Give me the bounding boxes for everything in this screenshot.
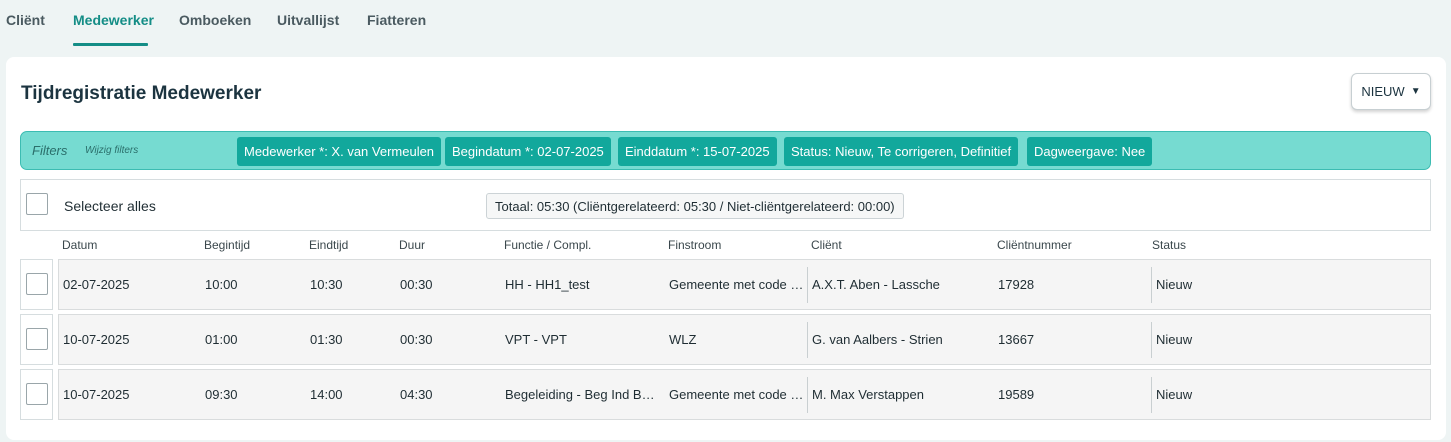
table-row[interactable]: 10-07-2025 09:30 14:00 04:30 Begeleiding… — [58, 369, 1431, 420]
cell-eindtijd: 10:30 — [310, 277, 343, 292]
cell-begintijd: 01:00 — [205, 332, 238, 347]
page-title: Tijdregistratie Medewerker — [21, 83, 262, 104]
column-divider — [1151, 322, 1152, 358]
tab-uitvallijst[interactable]: Uitvallijst — [277, 12, 339, 46]
column-header-status: Status — [1152, 238, 1187, 252]
column-header-datum: Datum — [62, 238, 98, 252]
cell-begintijd: 10:00 — [205, 277, 238, 292]
tab-medewerker[interactable]: Medewerker — [73, 12, 154, 46]
column-divider — [807, 322, 808, 358]
row-checkbox[interactable] — [26, 273, 48, 295]
column-header-clientnummer: Cliëntnummer — [997, 238, 1072, 252]
column-header-finstroom: Finstroom — [668, 238, 722, 252]
column-header-duur: Duur — [399, 238, 426, 252]
column-header-client: Cliënt — [811, 238, 842, 252]
cell-duur: 04:30 — [400, 387, 433, 402]
cell-client: A.X.T. Aben - Lassche — [812, 277, 940, 292]
cell-client: G. van Aalbers - Strien — [812, 332, 943, 347]
filter-chip-begindatum[interactable]: Begindatum *: 02-07-2025 — [445, 137, 611, 166]
cell-begintijd: 09:30 — [205, 387, 238, 402]
column-divider — [807, 377, 808, 413]
cell-eindtijd: 01:30 — [310, 332, 343, 347]
cell-duur: 00:30 — [400, 332, 433, 347]
column-divider — [1151, 267, 1152, 303]
cell-eindtijd: 14:00 — [310, 387, 343, 402]
main-card: Tijdregistratie Medewerker NIEUW ▼ Filte… — [6, 57, 1446, 440]
filter-chip-medewerker[interactable]: Medewerker *: X. van Vermeulen — [237, 137, 442, 166]
new-button[interactable]: NIEUW ▼ — [1351, 73, 1431, 110]
column-divider — [1151, 377, 1152, 413]
select-all-label: Selecteer alles — [64, 198, 156, 214]
column-header-eindtijd: Eindtijd — [309, 238, 349, 252]
filters-label: Filters — [32, 143, 68, 158]
row-checkbox[interactable] — [26, 328, 48, 350]
row-select-cell — [20, 314, 53, 365]
cell-datum: 10-07-2025 — [63, 387, 130, 402]
cell-clientnummer: 17928 — [998, 277, 1035, 292]
row-select-cell — [20, 369, 53, 420]
cell-finstroom: WLZ — [669, 332, 697, 347]
select-all-checkbox[interactable] — [26, 193, 48, 215]
tab-omboeken[interactable]: Omboeken — [179, 12, 251, 46]
cell-functie: HH - HH1_test — [505, 277, 590, 292]
filter-bar: Filters Wijzig filters Medewerker *: X. … — [20, 131, 1431, 170]
cell-clientnummer: 13667 — [998, 332, 1035, 347]
cell-functie: VPT - VPT — [505, 332, 567, 347]
table-row[interactable]: 10-07-2025 01:00 01:30 00:30 VPT - VPT W… — [58, 314, 1431, 365]
cell-status: Nieuw — [1156, 332, 1193, 347]
tab-fiatteren[interactable]: Fiatteren — [367, 12, 426, 46]
cell-finstroom: Gemeente met code … — [669, 387, 804, 402]
cell-duur: 00:30 — [400, 277, 433, 292]
cell-client: M. Max Verstappen — [812, 387, 924, 402]
column-header-begintijd: Begintijd — [204, 238, 251, 252]
filter-chip-dagweergave[interactable]: Dagweergave: Nee — [1027, 137, 1153, 166]
cell-status: Nieuw — [1156, 277, 1193, 292]
filter-chip-status[interactable]: Status: Nieuw, Te corrigeren, Definitief — [784, 137, 1019, 166]
tab-client[interactable]: Cliënt — [6, 12, 45, 46]
edit-filters-link[interactable]: Wijzig filters — [85, 145, 138, 156]
cell-clientnummer: 19589 — [998, 387, 1035, 402]
cell-status: Nieuw — [1156, 387, 1193, 402]
caret-down-icon: ▼ — [1410, 86, 1421, 97]
cell-finstroom: Gemeente met code … — [669, 277, 804, 292]
column-divider — [807, 267, 808, 303]
table-row[interactable]: 02-07-2025 10:00 10:30 00:30 HH - HH1_te… — [58, 259, 1431, 310]
row-checkbox[interactable] — [26, 383, 48, 405]
cell-functie: Begeleiding - Beg Ind Ba… — [505, 387, 661, 402]
total-summary: Totaal: 05:30 (Cliëntgerelateerd: 05:30 … — [486, 193, 904, 219]
cell-datum: 02-07-2025 — [63, 277, 130, 292]
tab-bar: Cliënt Medewerker Omboeken Uitvallijst F… — [0, 0, 1451, 46]
select-all-row: Selecteer alles Totaal: 05:30 (Cliëntger… — [20, 179, 1431, 231]
filter-chip-einddatum[interactable]: Einddatum *: 15-07-2025 — [618, 137, 777, 166]
column-header-functie: Functie / Compl. — [504, 238, 592, 252]
cell-datum: 10-07-2025 — [63, 332, 130, 347]
new-button-label: NIEUW — [1361, 84, 1405, 99]
row-select-cell — [20, 259, 53, 310]
